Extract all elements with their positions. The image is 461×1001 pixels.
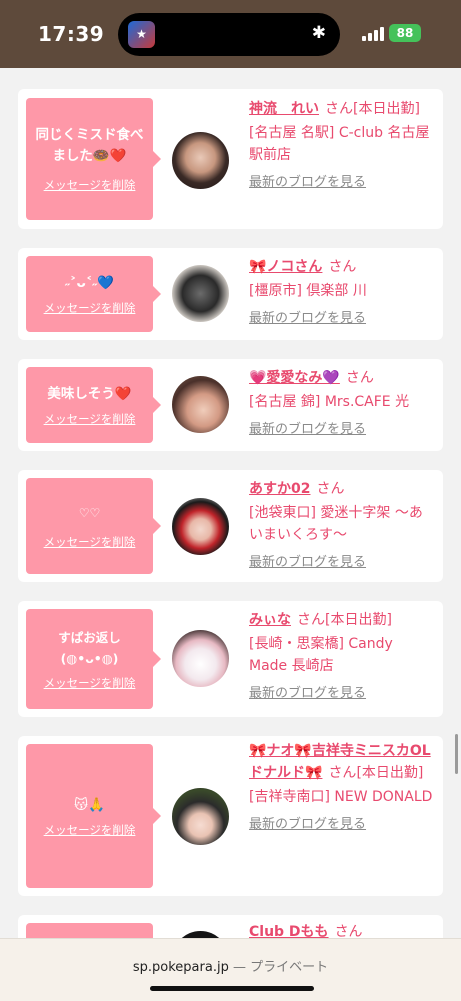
message-text: すぱお返し(⁠◍⁠•⁠ᴗ⁠•⁠◍⁠): [58, 630, 121, 666]
entry-info: 🎀ノコさん さん [橿原市] 倶楽部 川 最新のブログを見る: [249, 256, 435, 330]
entry-info: Club Dもも さん: [249, 921, 435, 938]
message-text: 同じくミスド食べました🍩❤️: [35, 127, 144, 164]
entry-info: 💗愛愛なみ💜 さん [名古屋 錦] Mrs.CAFE 光 最新のブログを見る: [249, 367, 435, 441]
cast-name-link[interactable]: 神流 れい: [249, 101, 319, 117]
signal-icon: [362, 27, 384, 41]
battery-icon: 88: [389, 24, 421, 42]
delete-message-link[interactable]: メッセージを削除: [44, 177, 136, 193]
delete-message-link[interactable]: メッセージを削除: [44, 534, 136, 550]
list-item: Club Dもも さん: [18, 915, 443, 938]
message-bubble: ˶˃ᴗ˂˶💙 メッセージを削除: [26, 256, 161, 332]
honorific: さん: [316, 481, 345, 497]
message-bubble: 同じくミスド食べました🍩❤️ メッセージを削除: [26, 98, 161, 220]
list-item: すぱお返し(⁠◍⁠•⁠ᴗ⁠•⁠◍⁠) メッセージを削除 みぃな さん[本日出勤] …: [18, 601, 443, 717]
shop-location: [橿原市] 倶楽部 川: [249, 283, 367, 299]
delete-message-link[interactable]: メッセージを削除: [44, 675, 136, 691]
url-display[interactable]: sp.pokepara.jp — プライベート: [0, 956, 461, 975]
status-time: 17:39: [38, 22, 105, 46]
avatar[interactable]: [172, 931, 229, 938]
honorific: さん: [334, 924, 363, 938]
home-indicator[interactable]: [150, 986, 314, 991]
latest-blog-link[interactable]: 最新のブログを見る: [249, 814, 435, 836]
browser-address-bar[interactable]: sp.pokepara.jp — プライベート: [0, 938, 461, 1001]
avatar[interactable]: [172, 376, 229, 433]
entry-info: 🎀ナオ🎀吉祥寺ミニスカOLドナルド🎀 さん[本日出勤] [吉祥寺南口] NEW D…: [249, 740, 435, 836]
shop-location: [長崎・思案橋] Candy Made 長崎店: [249, 636, 393, 674]
cast-name-link[interactable]: あすか02: [249, 481, 310, 497]
cast-name-link[interactable]: 🎀ノコさん: [249, 259, 322, 275]
cast-name-link[interactable]: 💗愛愛なみ💜: [249, 370, 340, 386]
entry-info: 神流 れい さん[本日出勤] [名古屋 名駅] C-club 名古屋駅前店 最新の…: [249, 98, 435, 194]
latest-blog-link[interactable]: 最新のブログを見る: [249, 419, 435, 441]
message-bubble: 美味しそう❤️ メッセージを削除: [26, 367, 161, 443]
latest-blog-link[interactable]: 最新のブログを見る: [249, 683, 435, 705]
message-bubble: 😽🙏 メッセージを削除: [26, 744, 161, 888]
cast-name-link[interactable]: みぃな: [249, 612, 291, 628]
attendance-badge: [本日出勤]: [353, 101, 420, 117]
avatar[interactable]: [172, 132, 229, 189]
honorific: さん: [328, 765, 357, 781]
delete-message-link[interactable]: メッセージを削除: [44, 411, 136, 427]
shop-location: [池袋東口] 愛迷十字架 〜あいまいくろす〜: [249, 505, 423, 543]
shop-location: [吉祥寺南口] NEW DONALD: [249, 789, 433, 805]
delete-message-link[interactable]: メッセージを削除: [44, 300, 136, 316]
list-item: 美味しそう❤️ メッセージを削除 💗愛愛なみ💜 さん [名古屋 錦] Mrs.CA…: [18, 359, 443, 451]
message-list: 同じくミスド食べました🍩❤️ メッセージを削除 神流 れい さん[本日出勤] [名…: [0, 68, 461, 938]
message-text: ♡♡: [78, 505, 101, 520]
shop-location: [名古屋 錦] Mrs.CAFE 光: [249, 394, 410, 410]
avatar[interactable]: [172, 788, 229, 845]
attendance-badge: [本日出勤]: [356, 765, 424, 781]
status-bar: 17:39 ★ ✱ 88: [0, 0, 461, 68]
avatar[interactable]: [172, 630, 229, 687]
shop-location: [名古屋 名駅] C-club 名古屋駅前店: [249, 125, 430, 163]
honorific: さん: [325, 101, 353, 117]
latest-blog-link[interactable]: 最新のブログを見る: [249, 552, 435, 574]
list-item: ♡♡ メッセージを削除 あすか02 さん [池袋東口] 愛迷十字架 〜あいまいくろ…: [18, 470, 443, 582]
message-bubble: ♡♡ メッセージを削除: [26, 478, 161, 574]
latest-blog-link[interactable]: 最新のブログを見る: [249, 308, 435, 330]
scrollbar[interactable]: [455, 734, 458, 774]
attendance-badge: [本日出勤]: [325, 612, 392, 628]
message-text: ˶˃ᴗ˂˶💙: [65, 274, 114, 291]
honorific: さん: [328, 259, 357, 275]
url-domain: sp.pokepara.jp: [132, 960, 229, 975]
message-bubble: すぱお返し(⁠◍⁠•⁠ᴗ⁠•⁠◍⁠) メッセージを削除: [26, 609, 161, 709]
avatar[interactable]: [172, 265, 229, 322]
delete-message-link[interactable]: メッセージを削除: [44, 822, 136, 838]
list-item: ˶˃ᴗ˂˶💙 メッセージを削除 🎀ノコさん さん [橿原市] 倶楽部 川 最新のブ…: [18, 248, 443, 340]
latest-blog-link[interactable]: 最新のブログを見る: [249, 172, 435, 194]
entry-info: みぃな さん[本日出勤] [長崎・思案橋] Candy Made 長崎店 最新のブ…: [249, 609, 435, 705]
list-item: 😽🙏 メッセージを削除 🎀ナオ🎀吉祥寺ミニスカOLドナルド🎀 さん[本日出勤] […: [18, 736, 443, 896]
message-bubble: [26, 923, 153, 938]
honorific: さん: [297, 612, 325, 628]
bluetooth-icon: ✱: [311, 23, 326, 43]
message-text: 美味しそう❤️: [47, 385, 132, 402]
avatar[interactable]: [172, 498, 229, 555]
honorific: さん: [345, 370, 374, 386]
list-item: 同じくミスド食べました🍩❤️ メッセージを削除 神流 れい さん[本日出勤] [名…: [18, 89, 443, 229]
url-separator: —: [228, 960, 251, 975]
app-icon: ★: [128, 21, 155, 48]
entry-info: あすか02 さん [池袋東口] 愛迷十字架 〜あいまいくろす〜 最新のブログを見る: [249, 478, 435, 574]
private-mode-label: プライベート: [250, 960, 329, 975]
dynamic-island: ★ ✱: [118, 13, 340, 56]
cast-name-link[interactable]: Club Dもも: [249, 924, 329, 938]
message-text: 😽🙏: [74, 796, 105, 813]
